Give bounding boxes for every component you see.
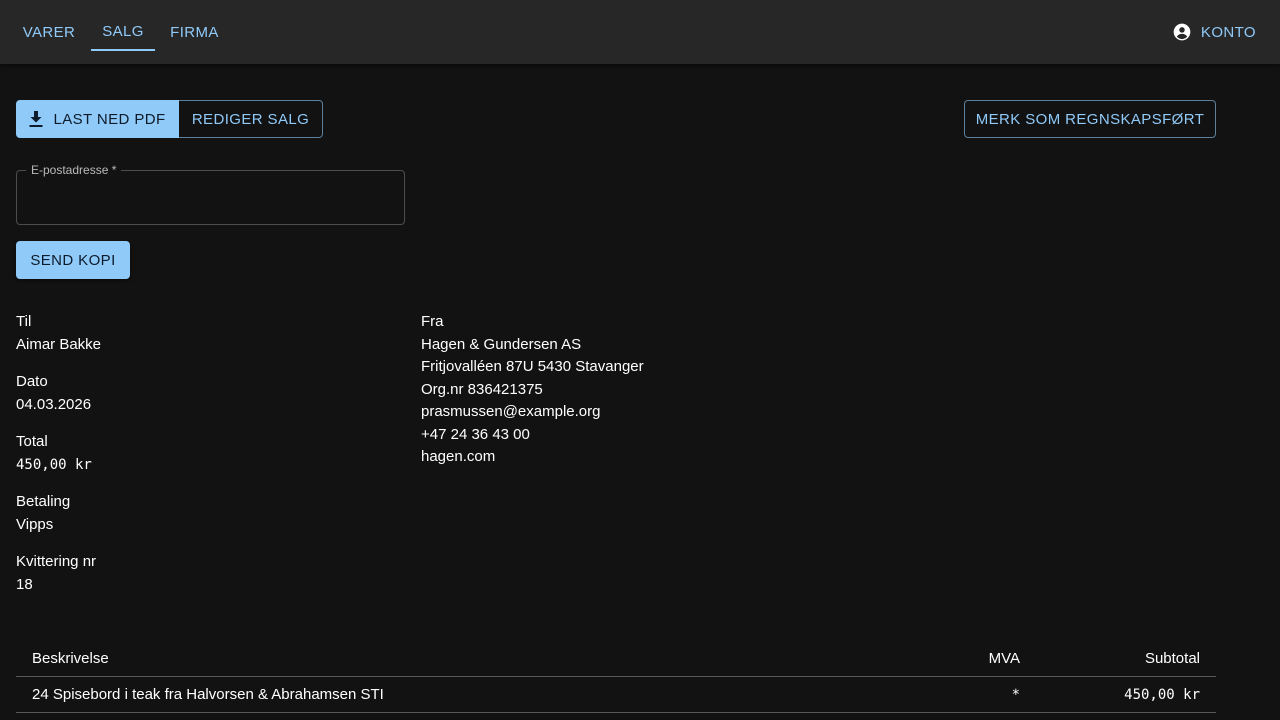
send-copy-label: SEND KOPI xyxy=(30,251,116,269)
seller-company: Hagen & Gundersen AS xyxy=(421,335,582,353)
row-subtotal: 450,00 kr xyxy=(1124,686,1200,703)
tab-varer-label: VARER xyxy=(22,23,76,41)
tab-varer[interactable]: VARER xyxy=(16,0,82,64)
tab-firma[interactable]: FIRMA xyxy=(163,0,226,64)
mark-accounted-button[interactable]: MERK SOM REGNSKAPSFØRT xyxy=(964,100,1216,138)
receipt-label: Kvittering nr xyxy=(16,553,97,570)
total-label: Total xyxy=(16,433,48,450)
account-label: KONTO xyxy=(1200,23,1256,41)
recipient-label: Til xyxy=(16,313,32,330)
recipient-block: Til Aimar Bakke xyxy=(16,311,396,356)
sale-details: Til Aimar Bakke Dato 04.03.2026 Total 45… xyxy=(16,311,396,611)
receipt-block: Kvittering nr 18 xyxy=(16,551,396,596)
receipt-value: 18 xyxy=(16,575,33,593)
email-input[interactable] xyxy=(17,171,404,224)
send-copy-button[interactable]: SEND KOPI xyxy=(16,241,130,279)
edit-sale-button[interactable]: REDIGER SALG xyxy=(179,100,323,138)
tab-salg-label: SALG xyxy=(102,22,144,40)
payment-label: Betaling xyxy=(16,493,71,510)
header-subtotal: Subtotal xyxy=(1144,649,1200,667)
row-vat: * xyxy=(1011,686,1020,703)
header-vat: MVA xyxy=(988,649,1020,667)
row-description: 24 Spisebord i teak fra Halvorsen & Abra… xyxy=(32,686,384,703)
tab-firma-label: FIRMA xyxy=(170,23,219,41)
date-value: 04.03.2026 xyxy=(16,395,92,413)
recipient-value: Aimar Bakke xyxy=(16,335,102,353)
seller-website: hagen.com xyxy=(421,448,496,465)
download-pdf-button[interactable]: LAST NED PDF xyxy=(16,100,179,138)
download-pdf-label: LAST NED PDF xyxy=(53,110,166,128)
sale-actions-group: LAST NED PDF REDIGER SALG xyxy=(16,100,323,138)
line-items-table: Beskrivelse MVA Subtotal 24 Spisebord i … xyxy=(16,640,1216,713)
seller-phone: +47 24 36 43 00 xyxy=(421,425,530,443)
date-block: Dato 04.03.2026 xyxy=(16,371,396,416)
table-row: 24 Spisebord i teak fra Halvorsen & Abra… xyxy=(16,677,1216,713)
download-icon xyxy=(29,110,43,127)
seller-address: Fritjovalléen 87U 5430 Stavanger xyxy=(421,358,644,375)
seller-details: Fra Hagen & Gundersen AS Fritjovalléen 8… xyxy=(421,311,821,469)
seller-org-nr: Org.nr 836421375 xyxy=(421,380,543,398)
total-value: 450,00 kr xyxy=(16,456,92,473)
account-circle-icon xyxy=(1173,23,1191,41)
email-field: E-postadresse * xyxy=(16,163,405,225)
seller-email: prasmussen@example.org xyxy=(421,403,601,420)
seller-label: Fra xyxy=(421,313,444,330)
app-bar: VARER SALG FIRMA KONTO xyxy=(0,0,1280,64)
header-description: Beskrivelse xyxy=(32,649,109,667)
payment-value: Vipps xyxy=(16,515,54,533)
account-button[interactable]: KONTO xyxy=(1172,0,1256,64)
active-tab-indicator xyxy=(91,49,155,51)
date-label: Dato xyxy=(16,373,48,390)
payment-block: Betaling Vipps xyxy=(16,491,396,536)
total-block: Total 450,00 kr xyxy=(16,431,396,476)
edit-sale-label: REDIGER SALG xyxy=(191,110,310,128)
mark-accounted-label: MERK SOM REGNSKAPSFØRT xyxy=(975,110,1205,128)
tab-salg[interactable]: SALG xyxy=(91,0,155,63)
table-header-row: Beskrivelse MVA Subtotal xyxy=(16,640,1216,677)
